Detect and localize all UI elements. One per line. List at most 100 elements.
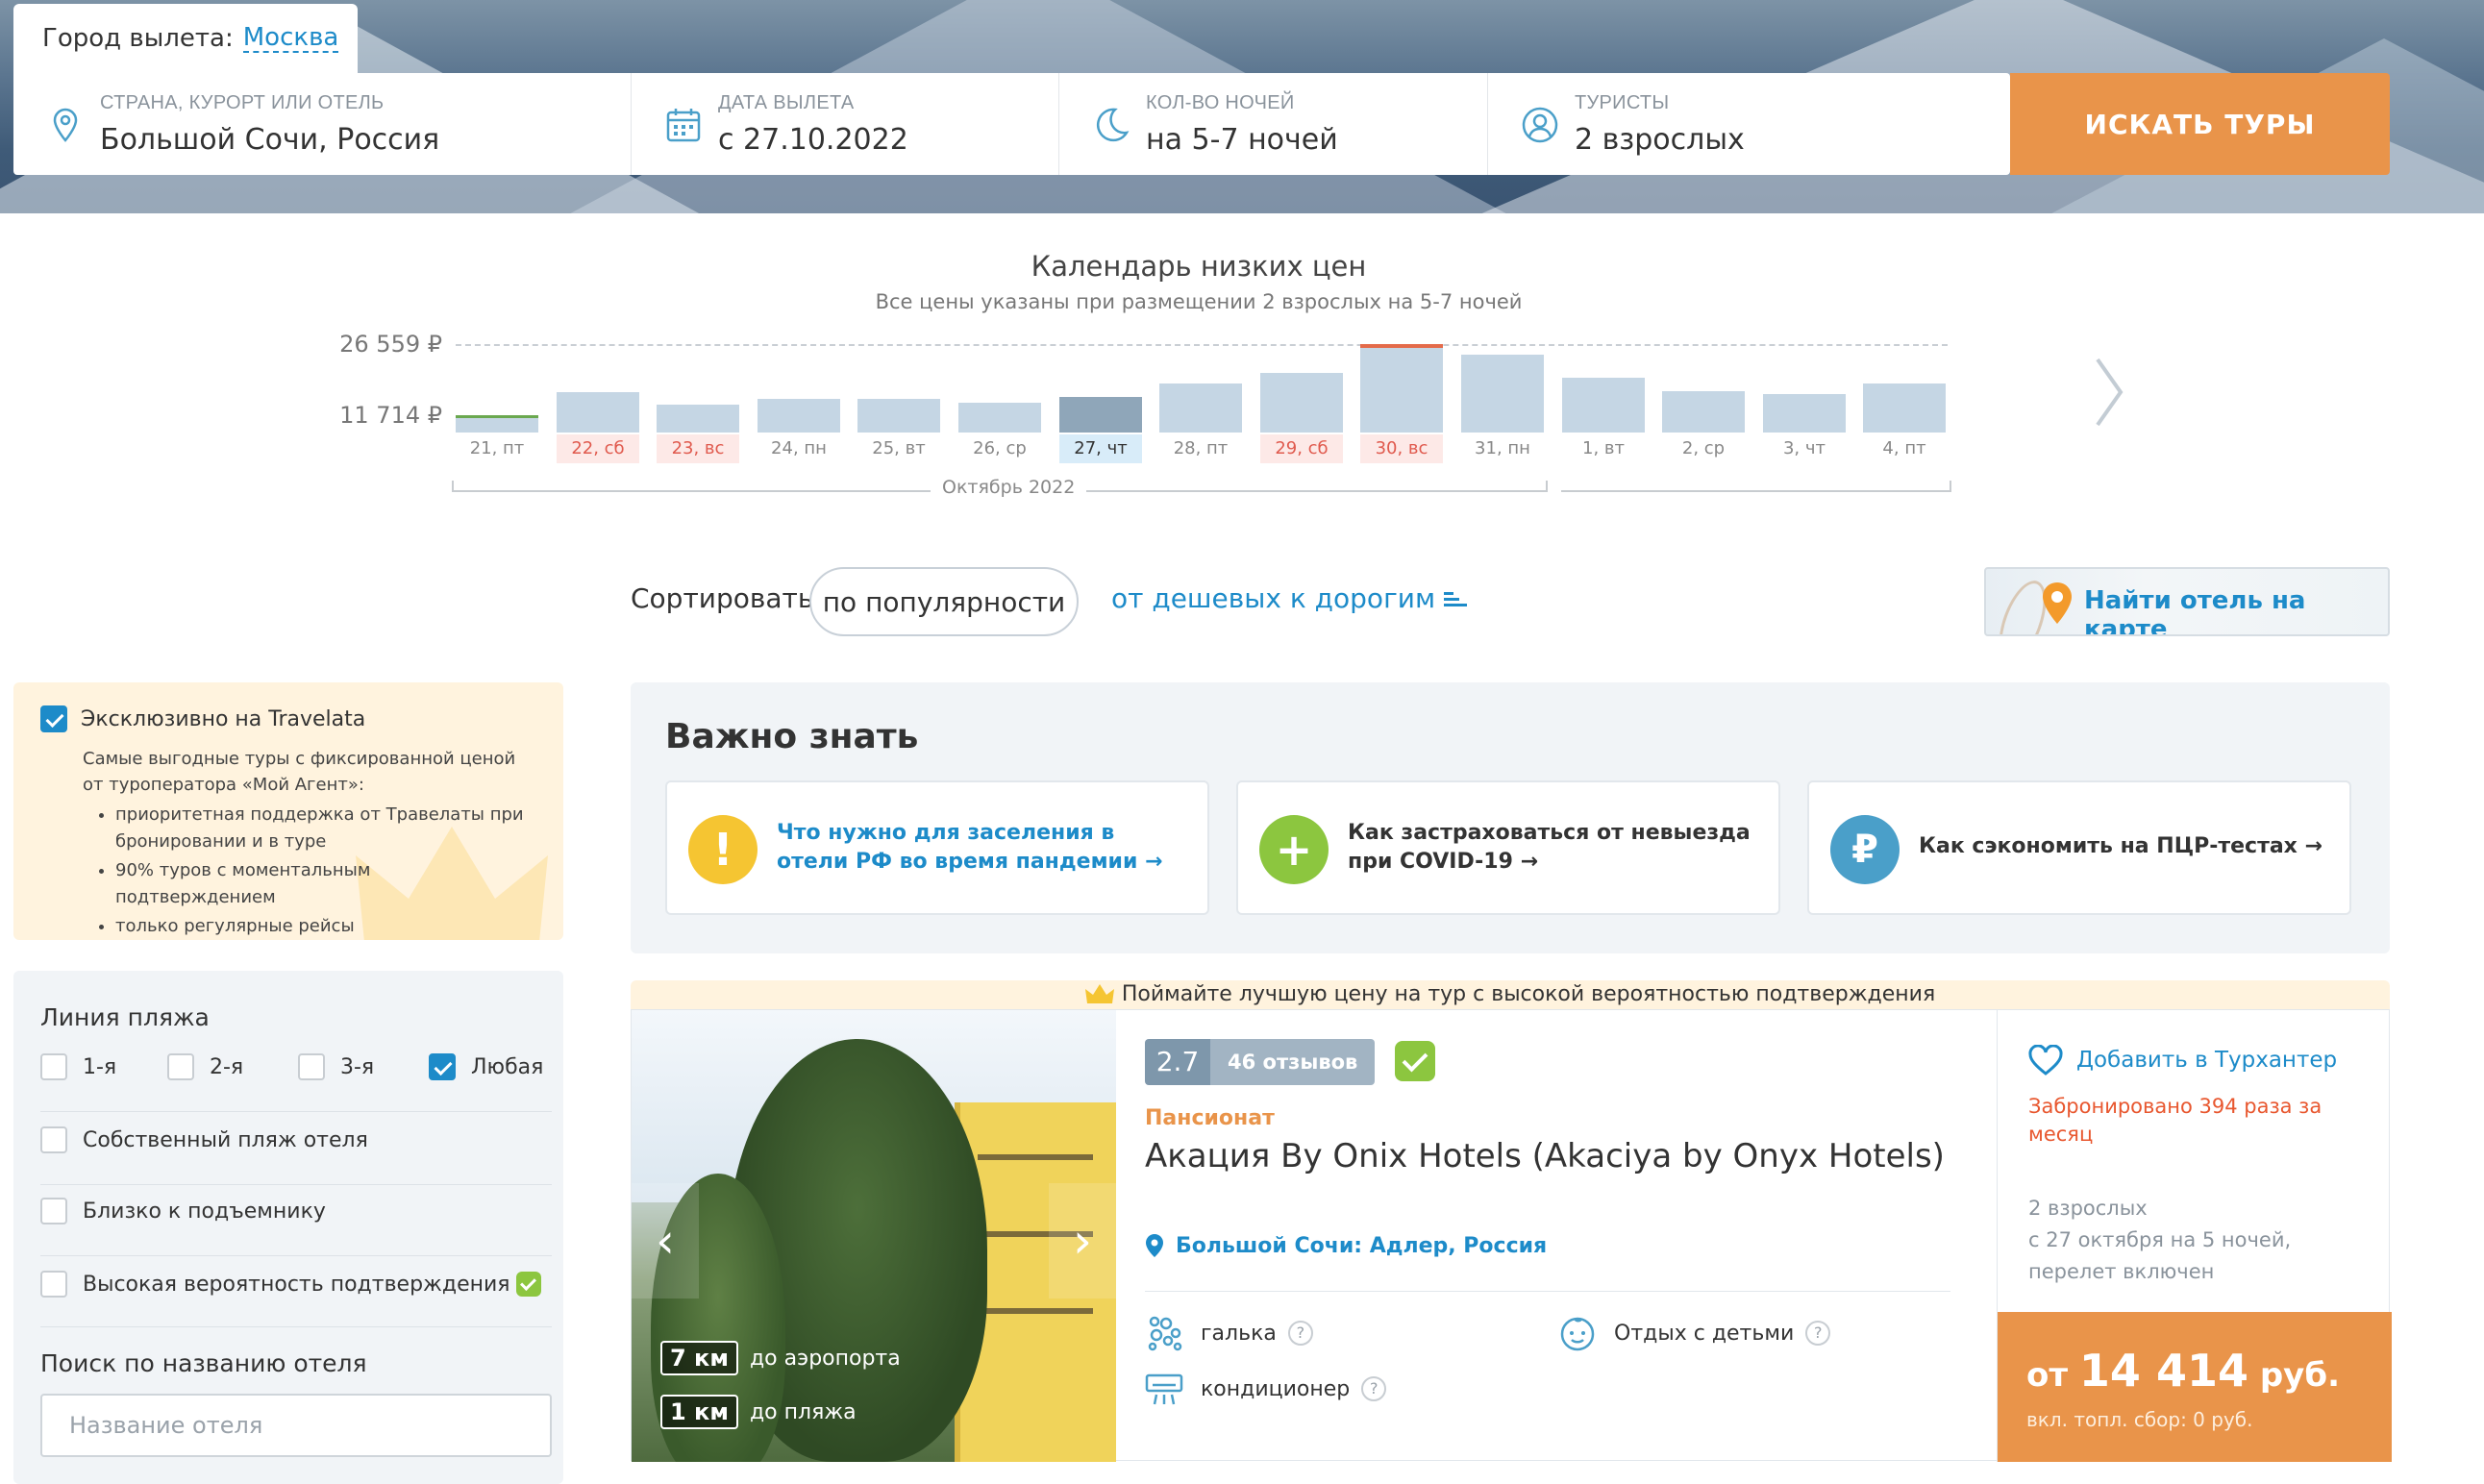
destination-label: Страна, курорт или отель	[100, 92, 385, 113]
calendar-bar[interactable]	[657, 405, 739, 433]
help-icon[interactable]: ?	[1361, 1376, 1387, 1401]
checkbox-label: Любая	[471, 1054, 544, 1079]
checkbox[interactable]	[40, 1271, 67, 1298]
price-button[interactable]: от 14 414 руб. вкл. топл. сбор: 0 руб.	[1998, 1312, 2392, 1462]
exclusive-checkbox[interactable]	[40, 705, 67, 732]
calendar-bar[interactable]	[1763, 394, 1846, 433]
sort-popularity-button[interactable]: по популярности	[809, 567, 1079, 636]
calendar-day-label[interactable]: 22, сб	[557, 434, 639, 463]
verified-check-icon	[1395, 1041, 1435, 1081]
calendar-day-label[interactable]: 3, чт	[1763, 434, 1846, 463]
calendar-day-label[interactable]: 29, сб	[1260, 434, 1343, 463]
hotel-rating[interactable]: 2.7 46 отзывов	[1145, 1039, 1376, 1085]
calendar-day-label[interactable]: 23, вс	[657, 434, 739, 463]
date-value: с 27.10.2022	[718, 123, 908, 157]
checkbox[interactable]	[40, 1126, 67, 1153]
calendar-day-label[interactable]: 28, пт	[1159, 434, 1242, 463]
calendar-day-label[interactable]: 21, пт	[456, 434, 538, 463]
add-to-tourhunter-button[interactable]: Добавить в Турхантер	[2028, 1045, 2337, 1076]
search-tours-button[interactable]: ИСКАТЬ ТУРЫ	[2010, 73, 2390, 175]
hotel-type: Пансионат	[1145, 1106, 1275, 1130]
help-icon[interactable]: ?	[1287, 1321, 1313, 1346]
distance-value: 7 км	[660, 1341, 738, 1375]
departure-city-link[interactable]: Москва	[242, 24, 339, 54]
info-card-pcr[interactable]: ₽ Как сэкономить на ПЦР-тестах →	[1807, 780, 2351, 915]
sort-price-link[interactable]: от дешевых к дорогим	[1111, 582, 1469, 614]
amenity-label: Отдых с детьми	[1614, 1321, 1795, 1346]
calendar-day-label[interactable]: 27, чт	[1059, 434, 1142, 463]
important-title: Важно знать	[665, 717, 919, 756]
info-card-text: Что нужно для заселения в отели РФ во вр…	[777, 821, 1163, 874]
departure-label: Город вылета:	[42, 24, 234, 53]
checkbox-label: Высокая вероятность подтверждения	[83, 1272, 510, 1297]
sort-price-label: от дешевых к дорогим	[1111, 582, 1436, 614]
beach-line-2-checkbox[interactable]: 2-я	[167, 1053, 243, 1080]
exclusive-description: Самые выгодные туры с фиксированной цено…	[83, 749, 516, 795]
exclusive-bullet: 90% туров с моментальным подтверждением	[115, 857, 529, 911]
beach-line-1-checkbox[interactable]: 1-я	[40, 1053, 116, 1080]
calendar-bar[interactable]	[1260, 373, 1343, 433]
calendar-bar[interactable]	[1059, 397, 1142, 433]
calendar-bar[interactable]	[1360, 344, 1443, 433]
verified-check-icon	[515, 1272, 541, 1297]
calendar-bar[interactable]	[1159, 383, 1242, 433]
hotel-location-link[interactable]: Большой Сочи: Адлер, Россия	[1145, 1233, 1547, 1258]
calendar-bar[interactable]	[1863, 383, 1946, 433]
hotel-name-link[interactable]: Акация By Onix Hotels (Akaciya by Onyx H…	[1145, 1137, 1945, 1175]
destination-field[interactable]: Страна, курорт или отель Большой Сочи, Р…	[13, 73, 632, 175]
calendar-day-label[interactable]: 30, вс	[1360, 434, 1443, 463]
date-field[interactable]: Дата вылета с 27.10.2022	[632, 73, 1059, 175]
find-on-map-label: Найти отель на карте	[2084, 586, 2306, 636]
checkbox[interactable]	[40, 1198, 67, 1224]
calendar-bar[interactable]	[958, 403, 1041, 433]
destination-value: Большой Сочи, Россия	[100, 123, 440, 157]
calendar-bar[interactable]	[1562, 378, 1645, 433]
calendar-day-label[interactable]: 25, вт	[857, 434, 940, 463]
chevron-right-icon[interactable]	[2092, 354, 2126, 431]
departure-city-tab: Город вылета: Москва	[13, 4, 358, 73]
hotel-name-input[interactable]	[40, 1394, 552, 1457]
calendar-bar[interactable]	[456, 415, 538, 433]
beach-line-3-checkbox[interactable]: 3-я	[298, 1053, 374, 1080]
info-card-pandemic[interactable]: ! Что нужно для заселения в отели РФ во …	[665, 780, 1209, 915]
amenity-air-conditioner: кондиционер ?	[1145, 1370, 1387, 1408]
high-confirmation-checkbox[interactable]: Высокая вероятность подтверждения	[40, 1271, 541, 1298]
nights-field[interactable]: Кол-во ночей на 5-7 ночей	[1059, 73, 1488, 175]
checkbox[interactable]	[167, 1053, 194, 1080]
hotel-offer-column: Добавить в Турхантер Забронировано 394 р…	[1997, 1010, 2392, 1462]
distance-airport: 7 км до аэропорта	[660, 1341, 901, 1375]
trip-line: 2 взрослых	[2028, 1197, 2148, 1220]
calendar-bar[interactable]	[557, 392, 639, 433]
beach-line-any-checkbox[interactable]: Любая	[429, 1053, 543, 1080]
calendar-bar[interactable]	[1662, 391, 1745, 433]
info-card-insurance[interactable]: + Как застраховаться от невыезда при COV…	[1236, 780, 1780, 915]
calendar-day-label[interactable]: 24, пн	[758, 434, 840, 463]
divider	[1145, 1291, 1950, 1292]
calendar-day-label[interactable]: 26, ср	[958, 434, 1041, 463]
trip-line: перелет включен	[2028, 1260, 2215, 1283]
distance-value: 1 км	[660, 1395, 738, 1429]
calendar-min-price: 11 714 ₽	[339, 402, 442, 429]
hotel-location-text: Большой Сочи: Адлер, Россия	[1176, 1233, 1548, 1258]
near-lift-checkbox[interactable]: Близко к подъемнику	[40, 1198, 326, 1224]
checkbox[interactable]	[298, 1053, 325, 1080]
tourists-field[interactable]: Туристы 2 взрослых	[1488, 73, 2010, 175]
photo-prev-button[interactable]: ‹	[632, 1183, 699, 1298]
fuel-fee: вкл. топл. сбор: 0 руб.	[2026, 1408, 2253, 1431]
calendar-day-label[interactable]: 2, ср	[1662, 434, 1745, 463]
calendar-day-label[interactable]: 31, пн	[1461, 434, 1544, 463]
hotel-photo[interactable]: ‹ › 7 км до аэропорта 1 км до пляжа	[632, 1010, 1116, 1462]
heart-icon	[2028, 1045, 2063, 1076]
checkbox[interactable]	[429, 1053, 456, 1080]
find-on-map-button[interactable]: Найти отель на карте	[1984, 567, 2390, 636]
own-beach-checkbox[interactable]: Собственный пляж отеля	[40, 1126, 368, 1153]
photo-next-button[interactable]: ›	[1049, 1183, 1116, 1298]
calendar-bar[interactable]	[857, 399, 940, 433]
calendar-bar[interactable]	[758, 399, 840, 433]
help-icon[interactable]: ?	[1805, 1321, 1831, 1346]
location-pin-icon	[53, 108, 78, 142]
calendar-bar[interactable]	[1461, 355, 1544, 433]
calendar-day-label[interactable]: 4, пт	[1863, 434, 1946, 463]
checkbox[interactable]	[40, 1053, 67, 1080]
calendar-day-label[interactable]: 1, вт	[1562, 434, 1645, 463]
